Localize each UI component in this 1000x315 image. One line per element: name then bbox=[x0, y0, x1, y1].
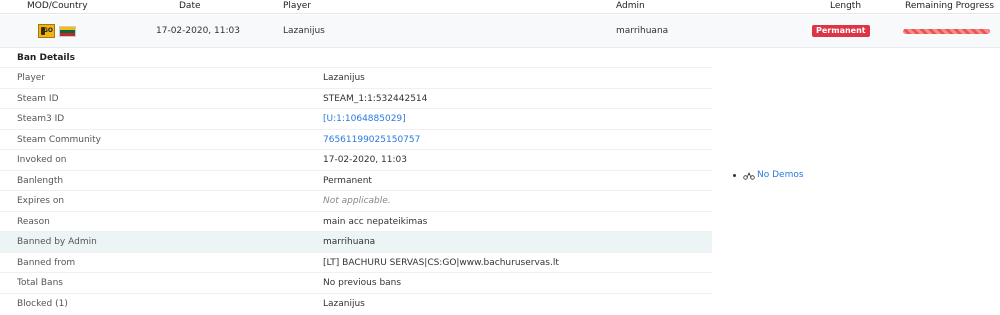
detail-row-banned-from: Banned from [LT] BACHURU SERVAS|CS:GO|ww… bbox=[0, 251, 712, 273]
detail-label: Steam3 ID bbox=[17, 114, 65, 124]
lithuania-flag-icon bbox=[59, 26, 76, 37]
detail-label: Player bbox=[17, 73, 46, 83]
detail-row-total-bans: Total Bans No previous bans bbox=[0, 272, 712, 293]
detail-value: 17-02-2020, 11:03 bbox=[323, 155, 407, 165]
detail-label: Total Bans bbox=[17, 278, 63, 288]
summary-player: Lazanijus bbox=[283, 26, 325, 36]
demos-list-item: No Demos bbox=[733, 170, 804, 180]
summary-admin: marrihuana bbox=[616, 26, 669, 36]
header-player: Player bbox=[283, 1, 312, 11]
ban-details-title: Ban Details bbox=[17, 53, 75, 63]
detail-row-blocked: Blocked (1) Lazanijus bbox=[0, 292, 712, 314]
csgo-mod-icon: GO bbox=[38, 24, 55, 38]
detail-value: Lazanijus bbox=[323, 298, 365, 309]
detail-row-steam3-id: Steam3 ID [U:1:1064885029] bbox=[0, 108, 712, 129]
detail-row-steam-id: Steam ID STEAM_1:1:532442514 bbox=[0, 87, 712, 109]
steam-community-link[interactable]: 76561199025150757 bbox=[323, 135, 420, 145]
detail-row-reason: Reason main acc nepateikimas bbox=[0, 210, 712, 232]
ban-details-table: Player Lazanijus Steam ID STEAM_1:1:5324… bbox=[0, 67, 712, 313]
header-remaining-progress: Remaining Progress bbox=[905, 1, 995, 11]
detail-label: Invoked on bbox=[17, 155, 67, 165]
detail-label: Reason bbox=[17, 216, 50, 227]
detail-row-player: Player Lazanijus bbox=[0, 67, 712, 88]
detail-label: Banlength bbox=[17, 175, 64, 186]
ban-summary-row[interactable]: GO 17-02-2020, 11:03 Lazanijus marrihuan… bbox=[0, 15, 1000, 48]
detail-row-banned-by-admin: Banned by Admin marrihuana bbox=[0, 231, 712, 252]
detail-row-banlength: Banlength Permanent bbox=[0, 169, 712, 191]
detail-label: Expires on bbox=[17, 196, 65, 206]
detail-value: Permanent bbox=[323, 175, 372, 186]
header-date: Date bbox=[179, 1, 201, 11]
header-admin: Admin bbox=[616, 1, 645, 11]
detail-label: Steam Community bbox=[17, 134, 102, 145]
remaining-progress-fill bbox=[903, 29, 990, 34]
detail-label: Banned by Admin bbox=[17, 237, 97, 247]
detail-value: No previous bans bbox=[323, 278, 402, 288]
steam3-id-link[interactable]: [U:1:1064885029] bbox=[323, 114, 406, 124]
table-header: MOD/Country Date Player Admin Length Rem… bbox=[0, 0, 1000, 14]
header-length: Length bbox=[830, 1, 862, 11]
detail-row-invoked-on: Invoked on 17-02-2020, 11:03 bbox=[0, 149, 712, 170]
detail-row-expires-on: Expires on Not applicable. bbox=[0, 190, 712, 211]
demo-icon bbox=[743, 171, 755, 180]
flag-stripe-red bbox=[60, 33, 75, 36]
length-badge: Permanent bbox=[812, 25, 870, 37]
summary-date: 17-02-2020, 11:03 bbox=[156, 26, 240, 36]
header-mod-country: MOD/Country bbox=[27, 1, 88, 11]
detail-value: [LT] BACHURU SERVAS|CS:GO|www.bachuruser… bbox=[323, 257, 559, 268]
detail-value: Lazanijus bbox=[323, 73, 365, 83]
detail-label: Steam ID bbox=[17, 93, 59, 104]
detail-label: Blocked (1) bbox=[17, 298, 68, 309]
detail-value: Not applicable. bbox=[323, 196, 391, 206]
detail-row-steam-community: Steam Community 76561199025150757 bbox=[0, 128, 712, 150]
detail-value: STEAM_1:1:532442514 bbox=[323, 93, 428, 104]
bullet-icon bbox=[733, 173, 736, 177]
remaining-progress-bar bbox=[903, 29, 990, 34]
detail-label: Banned from bbox=[17, 257, 76, 268]
detail-value: marrihuana bbox=[323, 237, 376, 247]
no-demos-link[interactable]: No Demos bbox=[757, 170, 804, 180]
detail-value: main acc nepateikimas bbox=[323, 216, 428, 227]
